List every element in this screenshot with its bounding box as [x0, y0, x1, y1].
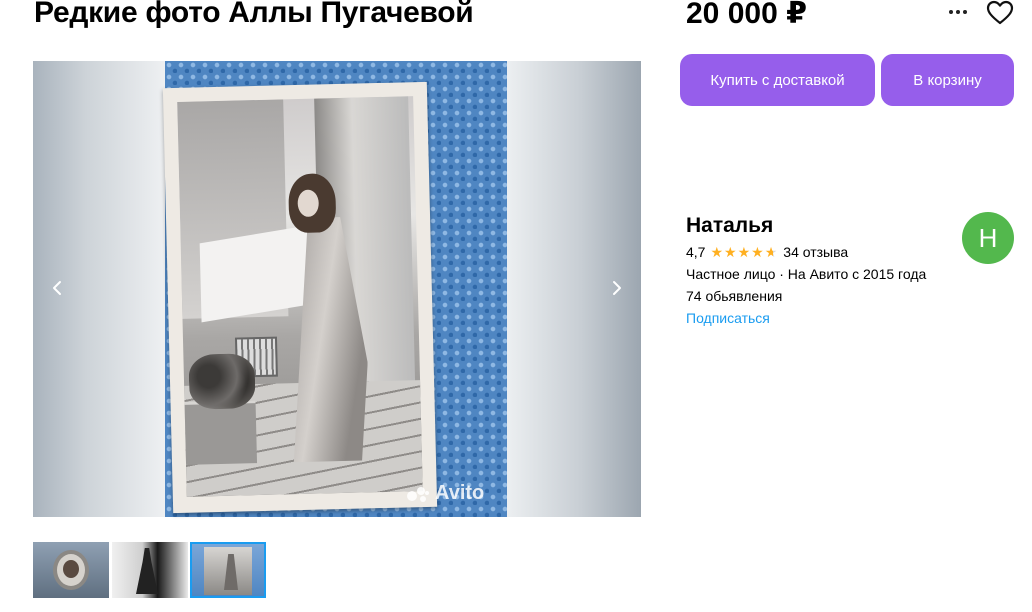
- avito-watermark: Avito: [406, 482, 484, 505]
- star-rating: ★ ★ ★ ★ ★: [710, 245, 777, 259]
- dot: [949, 10, 953, 14]
- star-half-icon: ★: [764, 244, 778, 260]
- listing-price: 20 000 ₽: [686, 0, 807, 30]
- photo-print-paper: [162, 81, 438, 514]
- thumbnail-3-selected[interactable]: [190, 542, 266, 598]
- subscribe-link[interactable]: Подписаться: [686, 310, 770, 326]
- more-dots-icon[interactable]: [944, 2, 972, 22]
- scene-roof: [199, 225, 315, 323]
- listing-title: Редкие фото Аллы Пугачевой: [34, 0, 474, 29]
- dot: [963, 10, 967, 14]
- star-icon: ★: [710, 244, 724, 260]
- chevron-left-icon[interactable]: [47, 277, 69, 299]
- thumbnail-1-figure: [63, 560, 79, 578]
- seller-ads-count[interactable]: 74 обьявления: [686, 288, 782, 304]
- avito-logo-icon: [407, 486, 429, 502]
- add-to-cart-button[interactable]: В корзину: [881, 54, 1014, 106]
- dot: [956, 10, 960, 14]
- watermark-text: Avito: [435, 482, 485, 504]
- reviews-link[interactable]: 34 отзыва: [783, 244, 848, 260]
- scene-flowers: [188, 352, 256, 410]
- star-icon: ★: [724, 244, 737, 260]
- buy-with-delivery-button[interactable]: Купить с доставкой: [680, 54, 875, 106]
- rating-value: 4,7: [686, 244, 706, 260]
- star-icon: ★: [751, 244, 764, 260]
- heart-icon[interactable]: [986, 0, 1014, 26]
- photo-print: [162, 81, 438, 514]
- thumbnail-1[interactable]: [33, 542, 109, 598]
- star-icon: ★: [737, 244, 751, 260]
- seller-name[interactable]: Наталья: [686, 214, 773, 238]
- scene-planter: [184, 400, 257, 466]
- seller-rating: 4,7 ★ ★ ★ ★ ★ 34 отзыва: [686, 244, 848, 260]
- seller-info: Частное лицо · На Авито с 2015 года: [686, 266, 927, 282]
- avatar[interactable]: Н: [962, 212, 1014, 264]
- thumbnail-2[interactable]: [112, 542, 188, 598]
- chevron-right-icon[interactable]: [605, 277, 627, 299]
- thumbnail-2-figure: [136, 548, 158, 594]
- photo-scene: [177, 96, 423, 497]
